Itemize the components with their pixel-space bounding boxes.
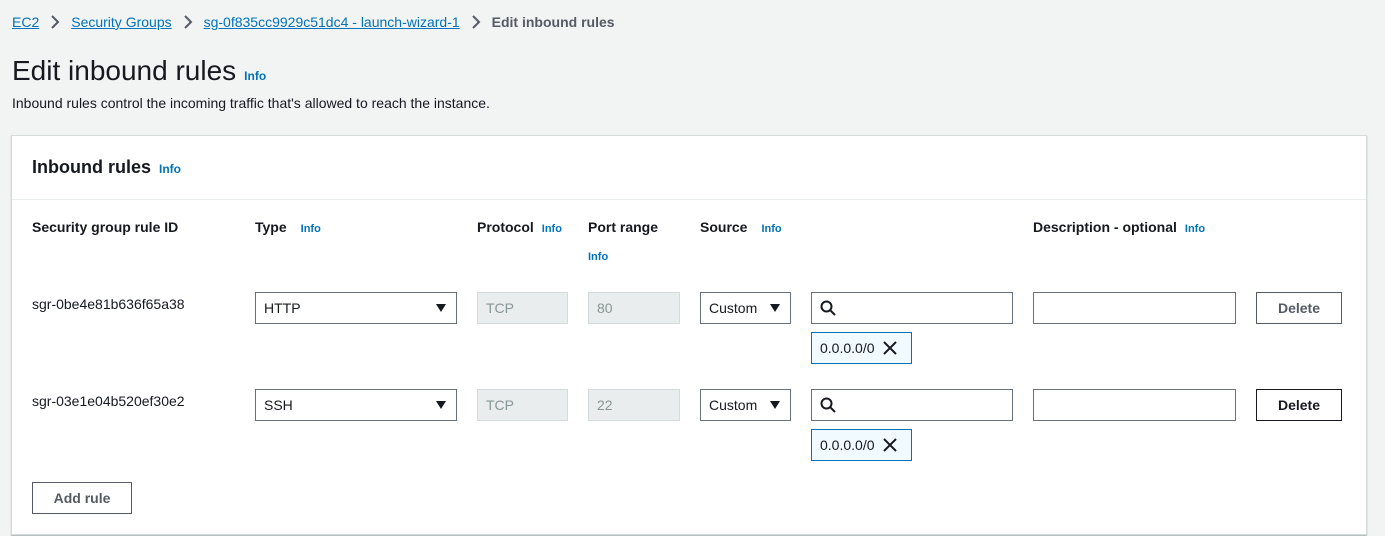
port-range-field: 22 — [588, 389, 680, 421]
inbound-rules-panel: Inbound rules Info Security group rule I… — [11, 135, 1367, 535]
column-header-source-text: Source — [700, 219, 748, 235]
panel-title: Inbound rules Info — [32, 157, 181, 178]
source-cidr-token: 0.0.0.0/0 — [811, 332, 912, 364]
column-header-port-range: Port range — [588, 219, 658, 235]
type-select[interactable]: HTTP — [255, 292, 457, 324]
add-rule-button[interactable]: Add rule — [32, 482, 132, 514]
source-search-field — [811, 292, 1029, 324]
column-header-protocol: Protocol Info — [477, 219, 562, 235]
type-select[interactable]: SSH — [255, 389, 457, 421]
delete-rule-button[interactable]: Delete — [1256, 292, 1342, 324]
chevron-right-icon — [172, 15, 204, 29]
source-search-input[interactable] — [836, 294, 1029, 322]
column-header-port-range-text: Port range — [588, 219, 659, 235]
page-info-link[interactable]: Info — [244, 59, 266, 93]
breadcrumb-security-groups-link[interactable]: Security Groups — [71, 14, 171, 30]
column-header-type: Type Info — [255, 219, 321, 235]
delete-rule-button[interactable]: Delete — [1256, 389, 1342, 421]
caret-down-icon — [436, 304, 446, 312]
port-range-field: 80 — [588, 292, 680, 324]
caret-down-icon — [770, 401, 780, 409]
breadcrumb-ec2-link[interactable]: EC2 — [12, 14, 39, 30]
source-search-input[interactable] — [836, 391, 1029, 419]
description-info-link[interactable]: Info — [1185, 223, 1205, 235]
source-info-link[interactable]: Info — [761, 223, 781, 235]
type-select-value: SSH — [264, 397, 293, 413]
source-select[interactable]: Custom — [700, 292, 791, 324]
page-title-text: Edit inbound rules — [12, 55, 237, 86]
close-icon[interactable] — [882, 438, 897, 452]
page-title: Edit inbound rules Info — [12, 54, 266, 93]
panel-info-link[interactable]: Info — [159, 162, 181, 176]
source-search-field — [811, 389, 1029, 421]
protocol-field: TCP — [477, 389, 568, 421]
caret-down-icon — [770, 304, 780, 312]
protocol-field: TCP — [477, 292, 568, 324]
breadcrumb-current: Edit inbound rules — [491, 14, 615, 30]
column-header-rule-id-text: Security group rule ID — [32, 219, 179, 235]
source-cidr-token-text: 0.0.0.0/0 — [820, 437, 875, 453]
description-input[interactable] — [1034, 293, 1235, 323]
description-input[interactable] — [1034, 390, 1235, 420]
column-header-protocol-text: Protocol — [477, 219, 534, 235]
chevron-right-icon — [39, 15, 71, 29]
source-cidr-token-text: 0.0.0.0/0 — [820, 340, 875, 356]
source-select[interactable]: Custom — [700, 389, 791, 421]
port-range-info-link[interactable]: Info — [588, 251, 608, 263]
column-header-type-text: Type — [255, 219, 287, 235]
type-select-value: HTTP — [264, 300, 301, 316]
search-icon — [820, 300, 836, 316]
rule-id: sgr-0be4e81b636f65a38 — [32, 296, 185, 312]
breadcrumb: EC2 Security Groups sg-0f835cc9929c51dc4… — [12, 12, 615, 32]
breadcrumb-security-group-link[interactable]: sg-0f835cc9929c51dc4 - launch-wizard-1 — [204, 14, 460, 30]
source-select-value: Custom — [709, 397, 758, 413]
search-icon — [820, 397, 836, 413]
type-info-link[interactable]: Info — [301, 223, 321, 235]
caret-down-icon — [436, 401, 446, 409]
description-field — [1033, 292, 1236, 324]
chevron-right-icon — [460, 15, 492, 29]
column-header-rule-id: Security group rule ID — [32, 219, 178, 235]
source-cidr-token: 0.0.0.0/0 — [811, 429, 912, 461]
column-header-source: Source Info — [700, 219, 782, 235]
protocol-info-link[interactable]: Info — [542, 223, 562, 235]
page-description: Inbound rules control the incoming traff… — [12, 95, 490, 111]
rule-id: sgr-03e1e04b520ef30e2 — [32, 393, 185, 409]
close-icon[interactable] — [882, 341, 897, 355]
panel-title-text: Inbound rules — [32, 157, 151, 177]
column-header-description-text: Description - optional — [1033, 219, 1177, 235]
source-select-value: Custom — [709, 300, 758, 316]
panel-header: Inbound rules Info — [12, 136, 1366, 200]
column-header-description: Description - optional Info — [1033, 219, 1205, 235]
description-field — [1033, 389, 1236, 421]
